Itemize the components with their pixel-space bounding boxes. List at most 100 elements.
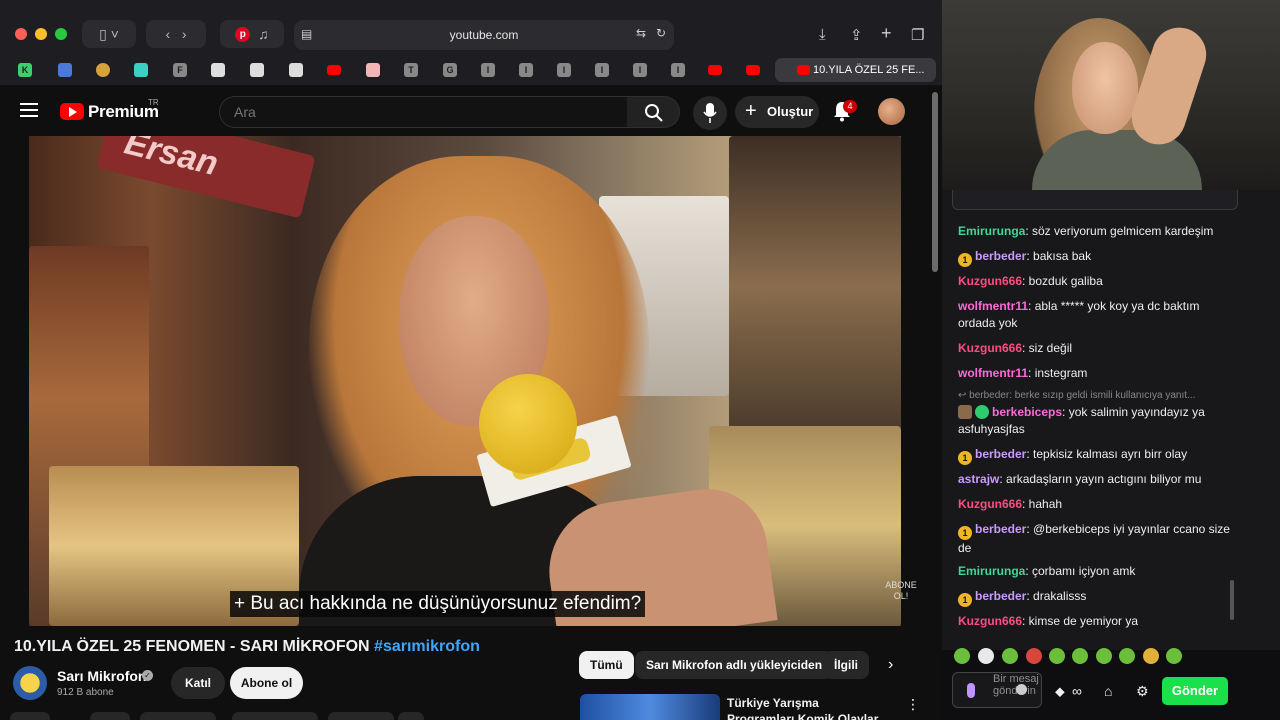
chip-from-uploader[interactable]: Sarı Mikrofon adlı yükleyiciden	[635, 651, 834, 679]
emoji-picker-icon[interactable]	[1016, 684, 1027, 695]
pinterest-icon[interactable]: p	[235, 26, 251, 42]
search-box[interactable]	[219, 96, 628, 128]
bookmark-i[interactable]: I	[595, 63, 609, 77]
emote-icon[interactable]	[1049, 648, 1065, 664]
close-window-button[interactable]	[15, 28, 27, 40]
emote-icon[interactable]	[1096, 648, 1112, 664]
music-extension-icon[interactable]: ♫	[258, 26, 269, 42]
chat-username[interactable]: Kuzgun666	[958, 497, 1022, 511]
chip-all[interactable]: Tümü	[579, 651, 634, 679]
emote-icon[interactable]	[1143, 648, 1159, 664]
related-video-title[interactable]: Türkiye Yarışma Programları Komik Olayla…	[727, 695, 887, 720]
search-input[interactable]	[234, 104, 614, 120]
sidebar-toggle-button[interactable]: ▯ ˅	[82, 20, 136, 48]
bookmark-youtube-icon[interactable]	[708, 65, 722, 75]
subscribe-button[interactable]: Abone ol	[230, 667, 303, 699]
chat-username[interactable]: Kuzgun666	[958, 341, 1022, 355]
channel-points-icon[interactable]: ∞	[1072, 683, 1082, 699]
bookmark-chart-icon[interactable]	[289, 63, 303, 77]
pinned-message[interactable]	[952, 190, 1238, 210]
translate-icon[interactable]: ⇆	[636, 26, 646, 40]
related-video-thumbnail[interactable]	[580, 694, 720, 720]
bookmark-chart-icon[interactable]	[211, 63, 225, 77]
like-button[interactable]	[10, 712, 50, 720]
chat-username[interactable]: Emirurunga	[958, 224, 1025, 238]
bookmark-youtube-icon[interactable]	[746, 65, 760, 75]
chat-username[interactable]: Kuzgun666	[958, 614, 1022, 628]
bookmark-k[interactable]: K	[18, 63, 32, 77]
save-button[interactable]	[232, 712, 318, 720]
bookmark-i[interactable]: I	[519, 63, 533, 77]
bookmark-game-icon[interactable]	[96, 63, 110, 77]
chat-username[interactable]: wolfmentr11	[958, 366, 1028, 380]
bookmark-shield-icon[interactable]	[58, 63, 72, 77]
create-button[interactable]: + Oluştur	[735, 96, 819, 128]
channel-name[interactable]: Sarı Mikrofon	[57, 668, 146, 684]
emote-icon[interactable]	[1166, 648, 1182, 664]
share-button[interactable]	[140, 712, 216, 720]
bookmark-youtube-icon[interactable]	[327, 65, 341, 75]
bookmark-f[interactable]: F	[173, 63, 187, 77]
bookmark-i[interactable]: I	[671, 63, 685, 77]
chat-username[interactable]: berkebiceps	[992, 405, 1062, 419]
bookmark-i[interactable]: I	[557, 63, 571, 77]
youtube-logo-icon[interactable]	[60, 103, 84, 120]
emote-icon[interactable]	[1119, 648, 1135, 664]
bookmark-i[interactable]: I	[481, 63, 495, 77]
share-icon[interactable]: ⇪	[850, 26, 863, 44]
comment-button[interactable]	[90, 712, 130, 720]
chip-related[interactable]: İlgili	[823, 651, 869, 679]
clip-button[interactable]	[328, 712, 394, 720]
store-icon[interactable]: ⌂	[1104, 683, 1112, 699]
join-button[interactable]: Katıl	[171, 667, 225, 699]
subscribe-watermark[interactable]: ABONE OL!	[876, 580, 926, 602]
reload-icon[interactable]: ↻	[656, 26, 666, 40]
chat-username[interactable]: berbeder	[975, 589, 1026, 603]
emote-icon[interactable]	[1026, 648, 1042, 664]
chat-username[interactable]: astrajw	[958, 472, 999, 486]
new-tab-icon[interactable]: +	[881, 23, 892, 44]
emote-icon[interactable]	[954, 648, 970, 664]
chevron-right-icon[interactable]: ›	[888, 656, 893, 674]
page-scrollbar[interactable]	[932, 92, 938, 272]
chat-username[interactable]: Emirurunga	[958, 564, 1025, 578]
settings-gear-icon[interactable]: ⚙	[1136, 683, 1149, 700]
emote-icon[interactable]	[978, 648, 994, 664]
maximize-window-button[interactable]	[55, 28, 67, 40]
bits-icon[interactable]: ⬥	[1055, 683, 1065, 700]
chat-input[interactable]: Bir mesaj gönderin	[952, 672, 1042, 708]
download-icon[interactable]: ⤓	[819, 26, 826, 43]
emote-icon[interactable]	[1002, 648, 1018, 664]
chat-scrollbar[interactable]	[1230, 580, 1234, 620]
bookmark-i[interactable]: I	[633, 63, 647, 77]
video-player[interactable]: Ersan	[29, 136, 901, 626]
search-button[interactable]	[627, 96, 680, 128]
minimize-window-button[interactable]	[35, 28, 47, 40]
chat-username[interactable]: berbeder	[975, 522, 1026, 536]
reply-context[interactable]: ↩ berbeder: berke sızıp geldi ismili kul…	[958, 390, 1230, 401]
bookmark-x-icon[interactable]	[366, 63, 380, 77]
back-forward-buttons[interactable]: ‹ ›	[146, 20, 206, 48]
hashtag-link[interactable]: #sarımikrofon	[374, 638, 480, 655]
voice-message-icon[interactable]	[967, 683, 975, 698]
address-bar[interactable]: ▤ youtube.com ⇆ ↻	[294, 20, 674, 50]
bookmark-g[interactable]: G	[443, 63, 457, 77]
tab-overview-icon[interactable]: ❐	[911, 26, 924, 44]
more-button[interactable]	[398, 712, 424, 720]
chat-username[interactable]: Kuzgun666	[958, 274, 1022, 288]
chat-username[interactable]: berbeder	[975, 249, 1026, 263]
active-tab[interactable]: 10.YILA ÖZEL 25 FE...	[775, 58, 936, 82]
more-options-icon[interactable]: ⋮	[906, 696, 920, 713]
channel-avatar[interactable]	[13, 666, 47, 700]
voice-search-button[interactable]	[693, 96, 727, 130]
send-button[interactable]: Gönder	[1162, 677, 1228, 705]
bookmark-tv-icon[interactable]	[134, 63, 148, 77]
chat-username[interactable]: berbeder	[975, 447, 1026, 461]
bookmark-t[interactable]: T	[404, 63, 418, 77]
bookmark-chart-icon[interactable]	[250, 63, 264, 77]
menu-icon[interactable]	[20, 103, 38, 117]
account-avatar[interactable]	[878, 98, 905, 125]
emote-icon[interactable]	[1072, 648, 1088, 664]
extension-buttons[interactable]: p ♫	[220, 20, 284, 48]
chat-username[interactable]: wolfmentr11	[958, 299, 1028, 313]
